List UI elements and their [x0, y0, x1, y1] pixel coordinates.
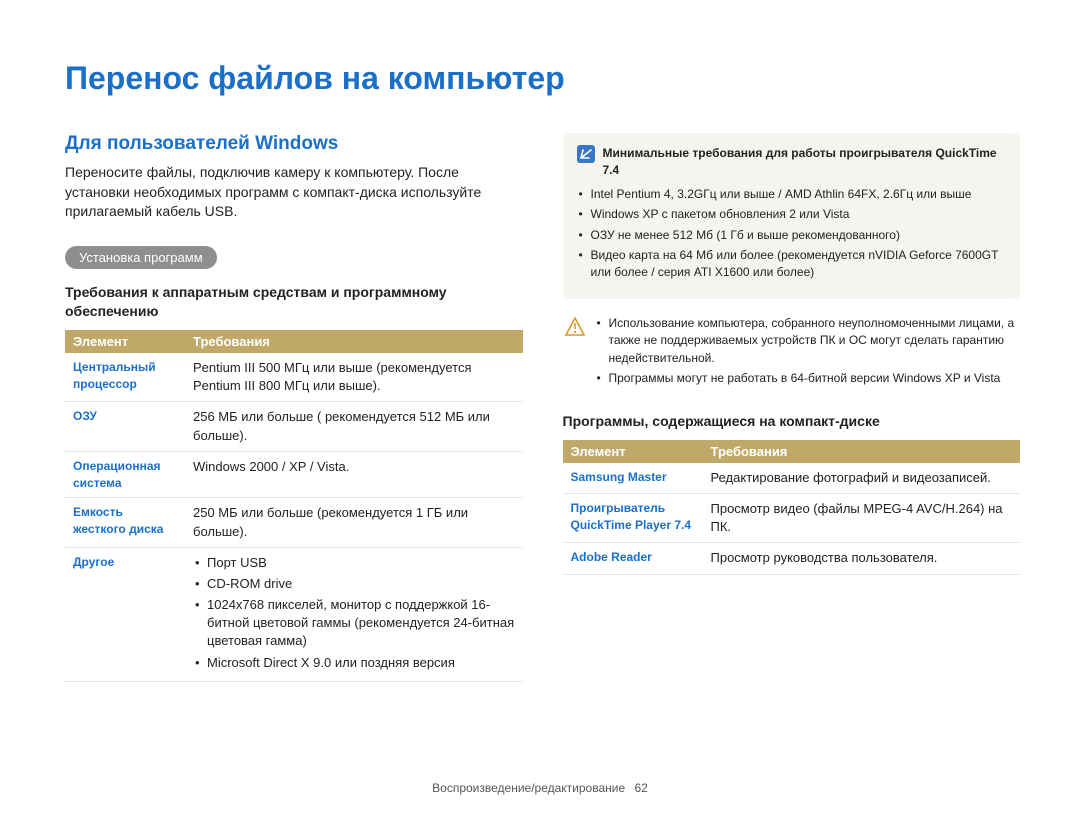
row-key: Емкость жесткого диска — [65, 498, 185, 547]
table-header-element: Элемент — [563, 440, 703, 463]
requirements-subhead: Требования к аппаратным средствам и прог… — [65, 283, 523, 322]
table-row: Adobe Reader Просмотр руководства пользо… — [563, 543, 1021, 574]
footer-section: Воспроизведение/редактирование — [432, 781, 625, 795]
row-value: Редактирование фотографий и видеозаписей… — [703, 463, 1021, 494]
list-item: 1024x768 пикселей, монитор с поддержкой … — [207, 596, 515, 651]
table-header-requirements: Требования — [703, 440, 1021, 463]
table-row: Центральный процессор Pentium III 500 МГ… — [65, 353, 523, 402]
table-row: Операционная система Windows 2000 / XP /… — [65, 451, 523, 498]
table-row: Проигрыватель QuickTime Player 7.4 Просм… — [563, 494, 1021, 543]
programs-subhead: Программы, содержащиеся на компакт-диске — [563, 412, 1021, 432]
note-icon — [577, 145, 595, 163]
section-title-windows: Для пользователей Windows — [65, 133, 523, 155]
list-item: Видео карта на 64 Мб или более (рекоменд… — [591, 247, 1007, 282]
row-key: Samsung Master — [563, 463, 703, 494]
table-row: ОЗУ 256 МБ или больше ( рекомендуется 51… — [65, 402, 523, 451]
table-header-element: Элемент — [65, 330, 185, 353]
row-value: 256 МБ или больше ( рекомендуется 512 МБ… — [185, 402, 523, 451]
list-item: Порт USB — [207, 554, 515, 572]
page-title: Перенос файлов на компьютер — [65, 60, 1020, 97]
row-key: ОЗУ — [65, 402, 185, 451]
row-key-other: Другое — [65, 547, 185, 681]
row-key: Проигрыватель QuickTime Player 7.4 — [563, 494, 703, 543]
list-item: Программы могут не работать в 64-битной … — [609, 370, 1019, 387]
row-value-other: Порт USB CD-ROM drive 1024x768 пикселей,… — [185, 547, 523, 681]
table-row: Samsung Master Редактирование фотографий… — [563, 463, 1021, 494]
right-column: Минимальные требования для работы проигр… — [563, 133, 1021, 682]
list-item: ОЗУ не менее 512 Мб (1 Гб и выше рекомен… — [591, 227, 1007, 244]
list-item: Использование компьютера, собранного неу… — [609, 315, 1019, 367]
warning-icon — [565, 317, 585, 337]
programs-table: Элемент Требования Samsung Master Редакт… — [563, 440, 1021, 575]
row-value: Pentium III 500 МГц или выше (рекомендуе… — [185, 353, 523, 402]
row-value: Просмотр руководства пользователя. — [703, 543, 1021, 574]
list-item: Microsoft Direct X 9.0 или поздняя верси… — [207, 654, 515, 672]
requirements-table: Элемент Требования Центральный процессор… — [65, 330, 523, 682]
list-item: Windows XP с пакетом обновления 2 или Vi… — [591, 206, 1007, 223]
note-title: Минимальные требования для работы проигр… — [603, 145, 1007, 180]
row-key: Центральный процессор — [65, 353, 185, 402]
row-key: Adobe Reader — [563, 543, 703, 574]
row-value: 250 МБ или больше (рекомендуется 1 ГБ ил… — [185, 498, 523, 547]
intro-text: Переносите файлы, подключив камеру к ком… — [65, 163, 523, 222]
row-key: Операционная система — [65, 451, 185, 498]
row-value: Windows 2000 / XP / Vista. — [185, 451, 523, 498]
page-number: 62 — [635, 781, 648, 795]
list-item: Intel Pentium 4, 3.2GГц или выше / AMD A… — [591, 186, 1007, 203]
left-column: Для пользователей Windows Переносите фай… — [65, 133, 523, 682]
install-pill: Установка программ — [65, 246, 217, 269]
footer: Воспроизведение/редактирование 62 — [0, 781, 1080, 795]
table-header-requirements: Требования — [185, 330, 523, 353]
warning-box: Использование компьютера, собранного неу… — [563, 315, 1021, 391]
content-columns: Для пользователей Windows Переносите фай… — [65, 133, 1020, 682]
table-row: Емкость жесткого диска 250 МБ или больше… — [65, 498, 523, 547]
list-item: CD-ROM drive — [207, 575, 515, 593]
table-row: Другое Порт USB CD-ROM drive 1024x768 пи… — [65, 547, 523, 681]
row-value: Просмотр видео (файлы MPEG-4 AVC/H.264) … — [703, 494, 1021, 543]
note-box-quicktime: Минимальные требования для работы проигр… — [563, 133, 1021, 299]
